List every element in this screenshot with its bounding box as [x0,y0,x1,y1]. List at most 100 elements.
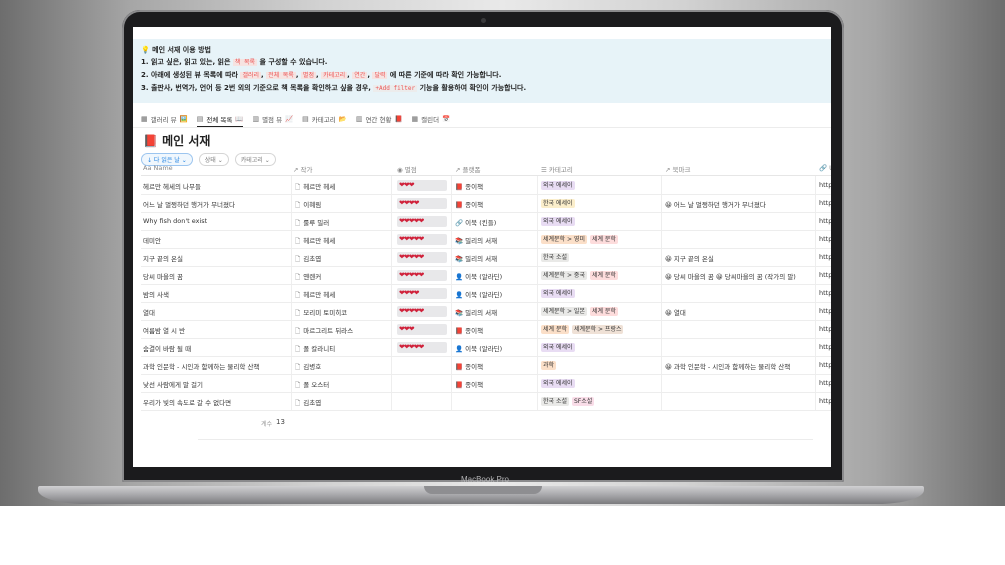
platform-cell[interactable]: 📕 종이책 [455,361,483,371]
url-cell[interactable]: http [819,325,831,333]
url-cell[interactable]: http [819,199,831,207]
book-name[interactable]: 데미안 [143,235,161,245]
url-cell[interactable]: http [819,235,831,243]
category-cell[interactable]: 세계 문학 세계문학 > 프랑스 [541,325,626,334]
book-name[interactable]: 과학 인문학 - 시인과 함께하는 물리학 산책 [143,361,259,371]
table-row[interactable]: 지구 끝의 온실 🗋 김초엽 ❤❤❤❤❤ 📚 밀리의 서재 한국 소설 😀 지구 끝의 온실… [141,249,831,267]
tab-yearly[interactable]: ▥ 연간 현황 📕 [356,111,403,127]
author-cell[interactable]: 🗋 김병호 [295,361,321,374]
tab-rating[interactable]: ▥ 별점 뷰 📈 [252,111,293,127]
platform-cell[interactable]: 👤 이북 (알라딘) [455,343,502,353]
tab-gallery[interactable]: ▦ 갤러리 뷰 🖼️ [141,111,188,127]
platform-cell[interactable]: 📕 종이책 [455,379,483,389]
platform-cell[interactable]: 📚 밀리의 서재 [455,307,497,317]
platform-cell[interactable]: 👤 이북 (알라딘) [455,271,502,281]
category-cell[interactable]: 외국 에세이 [541,379,578,388]
author-cell[interactable]: 🗋 헤르만 헤세 [295,235,335,248]
bookmark-cell[interactable]: 😀 지구 끝의 온실 [665,253,813,263]
category-cell[interactable]: 외국 에세이 [541,217,578,226]
platform-cell[interactable]: 📕 종이책 [455,199,483,209]
platform-name: 종이책 [465,183,484,191]
url-cell[interactable]: http [819,217,831,225]
table-row[interactable]: 밤의 사색 🗋 헤르만 헤세 ❤❤❤❤ 👤 이북 (알라딘) 외국 에세이 http [141,285,831,303]
callout-chip: 갤러리 [240,72,261,79]
table-row[interactable]: 과학 인문학 - 시인과 함께하는 물리학 산책 🗋 김병호 📕 종이책 과학 😀 과학 … [141,357,831,375]
author-cell[interactable]: 🗋 폴 오스터 [295,379,329,392]
category-cell[interactable]: 세계문학 > 일본 세계 문학 [541,307,621,316]
book-name[interactable]: 낯선 사람에게 말 걸기 [143,379,203,389]
platform-cell[interactable]: 📕 종이책 [455,181,483,191]
category-cell[interactable]: 과학 [541,361,559,370]
author-cell[interactable]: 🗋 김초엽 [295,253,321,266]
bookmark-cell[interactable]: 😀 당씨 마을의 꿈 😀 당씨마을의 꿈 (작가의 말) [665,271,813,281]
author-cell[interactable]: 🗋 헤르만 헤세 [295,181,335,194]
category-cell[interactable]: 세계문학 > 영미 세계 문학 [541,235,621,244]
column-header-platform[interactable]: ↗ 플랫폼 [455,164,480,174]
author-cell[interactable]: 🗋 모리미 토미히코 [295,307,347,320]
author-cell[interactable]: 🗋 폴 칼라니티 [295,343,335,356]
platform-cell[interactable]: 📕 종이책 [455,325,483,335]
column-header-url[interactable]: 🔗 U [819,164,831,172]
bookmark-cell[interactable]: 😀 과학 인문학 - 시인과 함께하는 물리학 산책 [665,361,813,371]
book-name[interactable]: 지구 끝의 온실 [143,253,183,263]
url-cell[interactable]: http [819,289,831,297]
table-row[interactable]: 우리가 빛의 속도로 갈 수 없다면 🗋 김초엽 한국 소설 SF소설 http [141,393,831,411]
url-cell[interactable]: http [819,181,831,189]
url-cell[interactable]: http [819,253,831,261]
author-cell[interactable]: 🗋 이혜림 [295,199,321,212]
book-name[interactable]: 열대 [143,307,155,317]
table-row[interactable]: 숨결이 바람 될 때 🗋 폴 칼라니티 ❤❤❤❤❤ 👤 이북 (알라딘) 외국 에세이 ht… [141,339,831,357]
url-cell[interactable]: http [819,397,831,405]
bookmark-cell[interactable]: 😀 열대 [665,307,813,317]
category-cell[interactable]: 외국 에세이 [541,289,578,298]
category-cell[interactable]: 한국 에세이 [541,199,578,208]
table-row[interactable]: 여름밤 열 시 반 🗋 마르그리트 뒤라스 ❤❤❤ 📕 종이책 세계 문학 세계문학 > 프… [141,321,831,339]
book-name[interactable]: 당씨 마을의 꿈 [143,271,183,281]
tab-category[interactable]: ▤ 카테고리 📂 [302,111,347,127]
book-name[interactable]: 우리가 빛의 속도로 갈 수 없다면 [143,397,231,407]
book-name[interactable]: 헤르만 헤세의 나무들 [143,181,201,191]
table-row[interactable]: 헤르만 헤세의 나무들 🗋 헤르만 헤세 ❤❤❤ 📕 종이책 외국 에세이 http [141,177,831,195]
column-header-bookmark[interactable]: ↗ 북마크 [665,164,690,174]
url-cell[interactable]: http [819,343,831,351]
column-header-rating[interactable]: ◉ 별점 [397,164,417,174]
table-row[interactable]: 낯선 사람에게 말 걸기 🗋 폴 오스터 📕 종이책 외국 에세이 http [141,375,831,393]
category-cell[interactable]: 외국 에세이 [541,181,578,190]
category-cell[interactable]: 한국 소설 [541,253,572,262]
platform-cell[interactable]: 📚 밀리의 서재 [455,235,497,245]
url-cell[interactable]: http [819,271,831,279]
author-cell[interactable]: 🗋 헤르만 헤세 [295,289,335,302]
database-title: 📕 메인 서재 [143,134,211,148]
author-cell[interactable]: 🗋 룰루 밀러 [295,217,329,230]
arrow-icon: ↗ [293,166,301,174]
table-row[interactable]: 데미안 🗋 헤르만 헤세 ❤❤❤❤❤ 📚 밀리의 서재 세계문학 > 영미 세계 문학 htt… [141,231,831,249]
category-cell[interactable]: 세계문학 > 중국 세계 문학 [541,271,621,280]
author-cell[interactable]: 🗋 마르그리트 뒤라스 [295,325,353,338]
book-name[interactable]: Why fish don't exist [143,217,207,225]
book-name[interactable]: 여름밤 열 시 반 [143,325,185,335]
platform-cell[interactable]: 🔗 이북 (킨들) [455,217,496,227]
table-row[interactable]: 열대 🗋 모리미 토미히코 ❤❤❤❤❤ 📚 밀리의 서재 세계문학 > 일본 세계 문학 😀 … [141,303,831,321]
book-name[interactable]: 밤의 사색 [143,289,169,299]
column-header-category[interactable]: ☰ 카테고리 [541,164,573,174]
arrow-icon: ↗ [665,166,673,174]
category-cell[interactable]: 외국 에세이 [541,343,578,352]
author-cell[interactable]: 🗋 옌롄커 [295,271,321,284]
column-header-name[interactable]: Aa Name [143,164,173,172]
book-name[interactable]: 어느 날 멀쩡하던 행거가 무너졌다 [143,199,235,209]
platform-cell[interactable]: 👤 이북 (알라딘) [455,289,502,299]
url-cell[interactable]: http [819,307,831,315]
book-name[interactable]: 숨결이 바람 될 때 [143,343,191,353]
column-header-author[interactable]: ↗ 작가 [293,164,312,174]
table-row[interactable]: 어느 날 멀쩡하던 행거가 무너졌다 🗋 이혜림 ❤❤❤❤ 📕 종이책 한국 에세이 😀 어… [141,195,831,213]
tab-all-list[interactable]: ▤ 전체 목록 📖 [196,111,244,127]
tab-calendar[interactable]: ▦ 캘린더 📅 [412,111,451,127]
bookmark-cell[interactable]: 😀 어느 날 멀쩡하던 행거가 무너졌다 [665,199,813,209]
platform-cell[interactable]: 📚 밀리의 서재 [455,253,497,263]
category-cell[interactable]: 한국 소설 SF소설 [541,397,597,406]
table-row[interactable]: Why fish don't exist 🗋 룰루 밀러 ❤❤❤❤❤ 🔗 이북 (킨들)… [141,213,831,231]
table-row[interactable]: 당씨 마을의 꿈 🗋 옌롄커 ❤❤❤❤❤ 👤 이북 (알라딘) 세계문학 > 중국 세계 문… [141,267,831,285]
url-cell[interactable]: http [819,361,831,369]
url-cell[interactable]: http [819,379,831,387]
author-cell[interactable]: 🗋 김초엽 [295,397,321,410]
